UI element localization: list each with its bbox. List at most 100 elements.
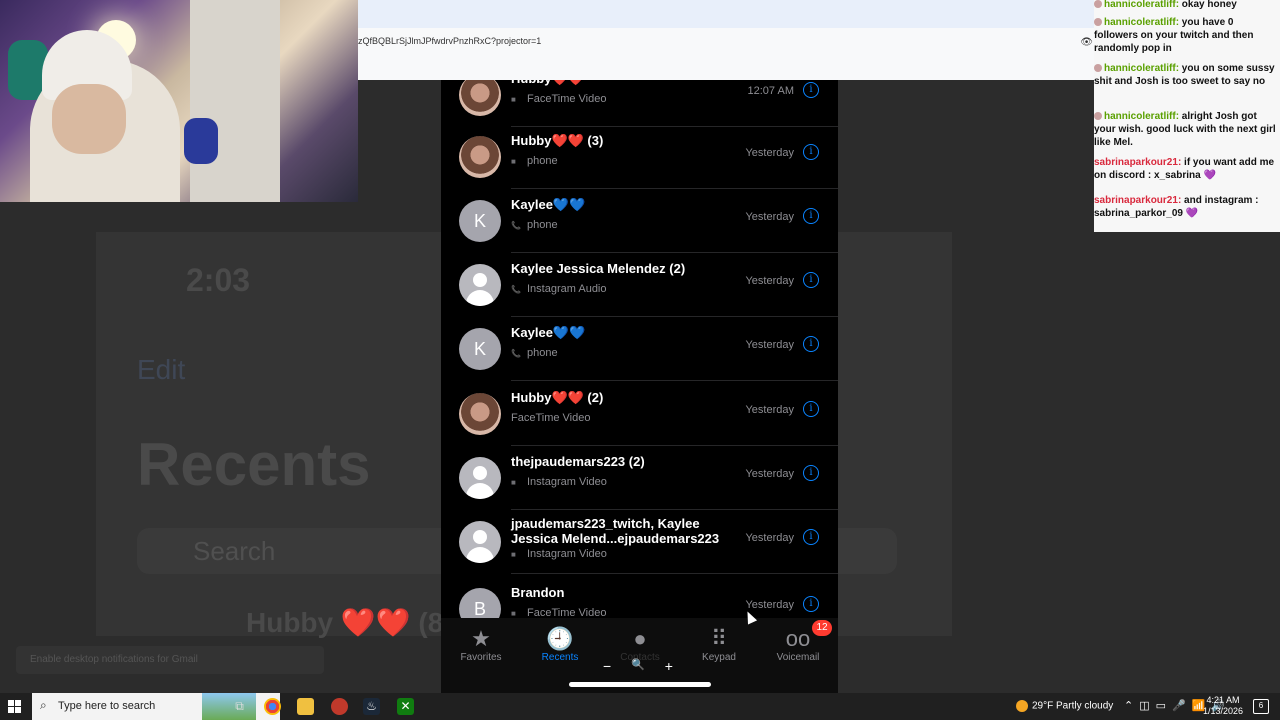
file-explorer-icon[interactable] <box>297 698 314 715</box>
call-type: ■ phone <box>511 155 558 167</box>
home-indicator[interactable] <box>569 682 711 687</box>
avatar: K <box>459 328 501 370</box>
recent-call-row[interactable]: Kaylee Jessica Melendez (2) 📞 Instagram A… <box>441 253 838 317</box>
webcam-blue-object <box>184 118 218 164</box>
person-body-icon <box>466 483 494 499</box>
phone-icon: 📞 <box>511 221 521 230</box>
avatar <box>459 136 501 178</box>
person-icon: ● <box>633 626 647 651</box>
chrome-icon[interactable] <box>264 698 281 715</box>
call-time: Yesterday <box>745 404 794 416</box>
tab-keypad[interactable]: ⠿ Keypad <box>684 626 754 663</box>
windows-start-icon[interactable] <box>8 700 22 714</box>
info-icon[interactable]: i <box>803 336 819 352</box>
steam-icon[interactable]: ♨ <box>363 698 380 715</box>
zoom-in-button[interactable]: + <box>665 658 673 676</box>
info-icon[interactable]: i <box>803 465 819 481</box>
tab-keypad-label: Keypad <box>702 652 736 663</box>
avatar-initial: K <box>473 210 486 231</box>
contact-name: Hubby❤️❤️ <box>511 80 584 87</box>
clock-date: 1/13/2026 <box>1202 706 1244 716</box>
taskbar: ⌕ Type here to search ⧉ ♨ ✕ 29°F Partly … <box>0 693 1280 720</box>
background-time: 2:03 <box>186 262 251 298</box>
chat-badge-icon <box>1094 0 1102 9</box>
recent-call-row[interactable]: Hubby❤️❤️ (3) ■ phone Yesterday i <box>441 125 838 189</box>
info-icon[interactable]: i <box>803 401 819 417</box>
avatar <box>459 264 501 306</box>
chat-username[interactable]: sabrinaparkour21 <box>1094 157 1178 168</box>
recent-call-row[interactable]: jpaudemars223_twitch, Kaylee Jessica Mel… <box>441 510 838 574</box>
chat-message: hannicoleratliff: okay honey <box>1094 0 1280 11</box>
info-icon[interactable]: i <box>803 208 819 224</box>
tab-favorites[interactable]: ★ Favorites <box>446 626 516 663</box>
call-type-label: FaceTime Video <box>527 93 607 105</box>
call-type: 📞 phone <box>511 347 558 359</box>
avatar: K <box>459 200 501 242</box>
chat-username[interactable]: hannicoleratliff <box>1104 63 1176 74</box>
chat-username[interactable]: hannicoleratliff <box>1104 111 1176 122</box>
call-type-label: phone <box>527 155 558 167</box>
info-icon[interactable]: i <box>803 82 819 98</box>
person-head-icon <box>473 273 487 287</box>
taskbar-search-placeholder: Type here to search <box>58 700 156 712</box>
background-search-placeholder: Search <box>193 536 276 566</box>
notification-center-icon[interactable]: 6 <box>1253 699 1269 714</box>
background-sidebar <box>0 200 40 380</box>
tab-recents-label: Recents <box>541 652 579 663</box>
star-icon: ★ <box>471 626 491 651</box>
video-icon: ■ <box>511 95 516 104</box>
call-type: 📞 phone <box>511 219 558 231</box>
contact-name: Kaylee💙💙 <box>511 197 586 212</box>
tab-favorites-label: Favorites <box>460 652 502 663</box>
call-time: Yesterday <box>745 147 794 159</box>
avatar <box>459 457 501 499</box>
app-icon-red[interactable] <box>331 698 348 715</box>
info-icon[interactable]: i <box>803 272 819 288</box>
info-icon[interactable]: i <box>803 596 819 612</box>
call-time: Yesterday <box>745 339 794 351</box>
browser-url[interactable]: zQfBQBLrSjJlmJPfwdrvPnzhRxC?projector=1 <box>358 36 541 46</box>
person-head-icon <box>473 466 487 480</box>
phone-icon: 📞 <box>511 349 521 358</box>
call-time: Yesterday <box>745 211 794 223</box>
chat-username[interactable]: hannicoleratliff <box>1104 0 1176 10</box>
recent-call-row[interactable]: thejpaudemars223 (2) ■ Instagram Video Ye… <box>441 446 838 510</box>
weather-text: 29°F Partly cloudy <box>1032 700 1114 712</box>
call-time: 12:07 AM <box>747 85 794 97</box>
phone-icon: 📞 <box>511 285 521 294</box>
recent-call-row[interactable]: K Kaylee💙💙 📞 phone Yesterday i <box>441 189 838 253</box>
person-body-icon <box>466 290 494 306</box>
call-type: ■ FaceTime Video <box>511 93 606 105</box>
xbox-icon[interactable]: ✕ <box>397 698 414 715</box>
tab-recents[interactable]: 🕘 Recents <box>525 626 595 663</box>
weather-widget[interactable]: 29°F Partly cloudy <box>1016 700 1113 712</box>
recent-call-row[interactable]: Hubby❤️❤️ ■ FaceTime Video 12:07 AM i <box>441 80 838 127</box>
chat-message: hannicoleratliff: alright Josh got your … <box>1094 110 1280 149</box>
chat-username[interactable]: sabrinaparkour21 <box>1094 195 1178 206</box>
hide-eye-icon[interactable]: 👁 <box>1080 37 1093 48</box>
recent-call-row[interactable]: K Kaylee💙💙 📞 phone Yesterday i <box>441 317 838 381</box>
task-view-icon[interactable]: ⧉ <box>231 698 248 715</box>
info-icon[interactable]: i <box>803 144 819 160</box>
person-head-icon <box>473 530 487 544</box>
recent-call-row[interactable]: Hubby❤️❤️ (2) FaceTime Video Yesterday i <box>441 382 838 446</box>
voicemail-badge: 12 <box>812 620 832 636</box>
call-type: 📞 Instagram Audio <box>511 283 607 295</box>
taskbar-clock[interactable]: 4:21 AM 1/13/2026 <box>1199 695 1247 717</box>
clock-time: 4:21 AM <box>1206 695 1240 705</box>
chat-message: hannicoleratliff: you on some sussy shit… <box>1094 62 1280 88</box>
chat-username[interactable]: hannicoleratliff <box>1104 17 1176 28</box>
avatar-initial: K <box>473 338 486 359</box>
browser-window: zQfBQBLrSjJlmJPfwdrvPnzhRxC?projector=1 … <box>358 0 1095 80</box>
background-notification: Enable desktop notifications for Gmail <box>16 646 324 674</box>
zoom-out-button[interactable]: − <box>603 658 611 676</box>
contact-name: Kaylee💙💙 <box>511 325 586 340</box>
magnifier-icon[interactable]: 🔍 <box>631 658 645 676</box>
info-icon[interactable]: i <box>803 529 819 545</box>
stream-chat: hannicoleratliff: okay honey hannicolerat… <box>1094 0 1280 232</box>
contact-name: Kaylee Jessica Melendez (2) <box>511 261 686 276</box>
call-type-label: Instagram Video <box>527 548 607 560</box>
call-type-label: Instagram Audio <box>527 283 607 295</box>
contact-name: Hubby❤️❤️ (3) <box>511 133 604 148</box>
row-divider <box>511 380 838 381</box>
